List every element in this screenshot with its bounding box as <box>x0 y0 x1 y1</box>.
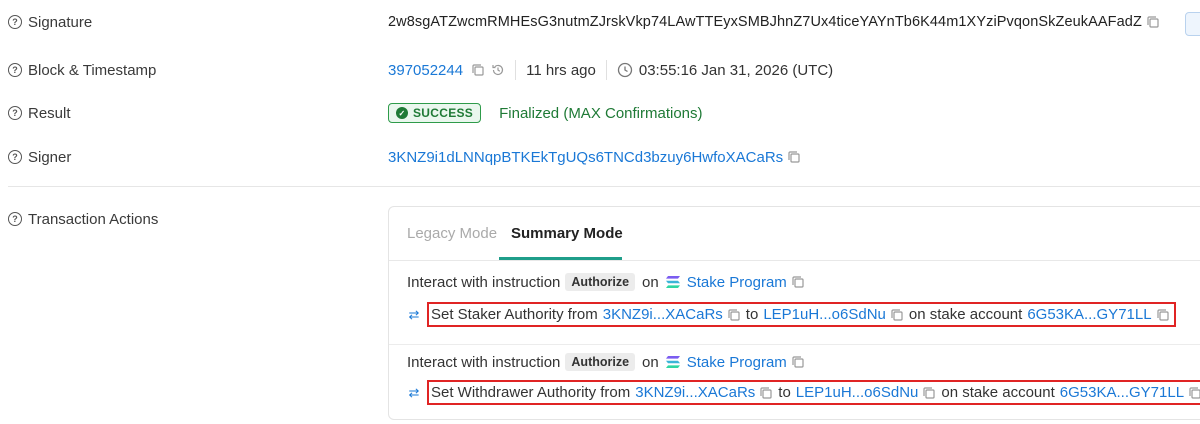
swap-icon: ⇄ <box>408 384 420 400</box>
separator <box>515 60 517 80</box>
to-word: to <box>745 306 759 323</box>
signature-row: ? Signature 2w8sgATZwcmRMHEsG3nutmZJrskV… <box>0 9 1200 35</box>
signer-label: Signer <box>28 148 72 166</box>
instruction-chip: Authorize <box>565 353 636 371</box>
tab-summary-mode[interactable]: Summary Mode <box>511 225 623 242</box>
copy-icon[interactable] <box>791 275 805 289</box>
copy-icon[interactable] <box>787 150 801 164</box>
program-link[interactable]: Stake Program <box>687 354 787 371</box>
confirmation-text: Finalized (MAX Confirmations) <box>499 104 703 122</box>
signature-label: Signature <box>28 13 93 31</box>
copy-icon[interactable] <box>791 355 805 369</box>
copy-icon[interactable] <box>1156 308 1170 322</box>
instruction-chip: Authorize <box>565 273 636 291</box>
block-label: Block & Timestamp <box>28 61 157 79</box>
status-badge: ✓ SUCCESS <box>388 103 482 123</box>
status-text: SUCCESS <box>413 106 474 120</box>
block-label-group: ? Block & Timestamp <box>8 62 156 79</box>
instruction-prefix: Interact with instruction <box>407 353 561 371</box>
block-value-group: 397052244 11 hrs ago 03:55:16 Jan 31, 20… <box>388 60 833 80</box>
result-label-group: ? Result <box>8 105 71 122</box>
signature-value: 2w8sgATZwcmRMHEsG3nutmZJrskVkp74LAwTTEyx… <box>388 14 1142 30</box>
help-icon[interactable]: ? <box>8 212 22 226</box>
help-icon[interactable]: ? <box>8 150 22 164</box>
mode-tabs: Legacy Mode Summary Mode <box>389 207 1200 261</box>
copy-icon[interactable] <box>922 386 936 400</box>
help-icon[interactable]: ? <box>8 15 22 29</box>
block-row: ? Block & Timestamp 397052244 11 hrs ago… <box>0 57 1200 83</box>
on-word: on <box>642 273 659 291</box>
history-icon[interactable] <box>491 63 505 77</box>
solana-icon <box>665 355 681 369</box>
copy-icon[interactable] <box>1146 15 1160 29</box>
copy-icon[interactable] <box>727 308 741 322</box>
action-text: Set Withdrawer Authority from <box>431 384 631 401</box>
tab-legacy-mode[interactable]: Legacy Mode <box>407 225 497 242</box>
transaction-actions-label-group: ? Transaction Actions <box>8 211 158 228</box>
result-row: ? Result ✓ SUCCESS Finalized (MAX Confir… <box>0 100 1200 126</box>
signer-label-group: ? Signer <box>8 149 71 166</box>
stake-account-link[interactable]: 6G53KA...GY71LL <box>1027 306 1151 323</box>
active-tab-indicator <box>499 257 622 260</box>
solana-icon <box>665 275 681 289</box>
block-slot-link[interactable]: 397052244 <box>388 62 463 79</box>
program-link[interactable]: Stake Program <box>687 274 787 291</box>
to-address-link[interactable]: LEP1uH...o6SdNu <box>763 306 886 323</box>
account-text: on stake account <box>908 306 1023 323</box>
action-button[interactable] <box>1185 12 1200 36</box>
from-address-link[interactable]: 3KNZ9i...XACaRs <box>635 384 755 401</box>
transaction-actions-label: Transaction Actions <box>28 210 159 228</box>
account-text: on stake account <box>941 384 1055 401</box>
instruction-header: Interact with instruction Authorize on S… <box>407 353 805 371</box>
result-value-group: ✓ SUCCESS Finalized (MAX Confirmations) <box>388 103 703 123</box>
highlight-box: Set Withdrawer Authority from 3KNZ9i...X… <box>427 380 1200 405</box>
signature-label-group: ? Signature <box>8 14 92 31</box>
signer-address-link[interactable]: 3KNZ9i1dLNNqpBTKEkTgUQs6TNCd3bzuy6HwfoXA… <box>388 149 783 166</box>
separator <box>605 60 607 80</box>
to-word: to <box>778 384 791 401</box>
copy-icon[interactable] <box>759 386 773 400</box>
transaction-actions-panel: Legacy Mode Summary Mode Interact with i… <box>388 206 1200 420</box>
signature-value-group: 2w8sgATZwcmRMHEsG3nutmZJrskVkp74LAwTTEyx… <box>388 14 1160 30</box>
block-timestamp: 03:55:16 Jan 31, 2026 (UTC) <box>638 61 834 79</box>
instruction-header: Interact with instruction Authorize on S… <box>407 273 805 291</box>
action-line: ⇄ Set Withdrawer Authority from 3KNZ9i..… <box>407 380 1200 405</box>
stake-account-link[interactable]: 6G53KA...GY71LL <box>1060 384 1184 401</box>
help-icon[interactable]: ? <box>8 63 22 77</box>
signer-value-group: 3KNZ9i1dLNNqpBTKEkTgUQs6TNCd3bzuy6HwfoXA… <box>388 149 801 166</box>
signer-row: ? Signer 3KNZ9i1dLNNqpBTKEkTgUQs6TNCd3bz… <box>0 144 1200 170</box>
action-text: Set Staker Authority from <box>431 306 598 323</box>
block-ago: 11 hrs ago <box>526 61 596 79</box>
result-label: Result <box>28 104 71 122</box>
section-divider <box>8 186 1200 187</box>
copy-icon[interactable] <box>1188 386 1200 400</box>
copy-icon[interactable] <box>890 308 904 322</box>
to-address-link[interactable]: LEP1uH...o6SdNu <box>796 384 919 401</box>
action-line: ⇄ Set Staker Authority from 3KNZ9i...XAC… <box>407 302 1176 327</box>
instruction-prefix: Interact with instruction <box>407 273 561 291</box>
on-word: on <box>642 353 659 371</box>
check-icon: ✓ <box>396 107 408 119</box>
from-address-link[interactable]: 3KNZ9i...XACaRs <box>603 306 723 323</box>
copy-icon[interactable] <box>471 63 485 77</box>
help-icon[interactable]: ? <box>8 106 22 120</box>
highlight-box: Set Staker Authority from 3KNZ9i...XACaR… <box>427 302 1176 327</box>
clock-icon <box>617 62 633 78</box>
instruction-divider <box>389 344 1200 345</box>
swap-icon: ⇄ <box>408 306 420 322</box>
